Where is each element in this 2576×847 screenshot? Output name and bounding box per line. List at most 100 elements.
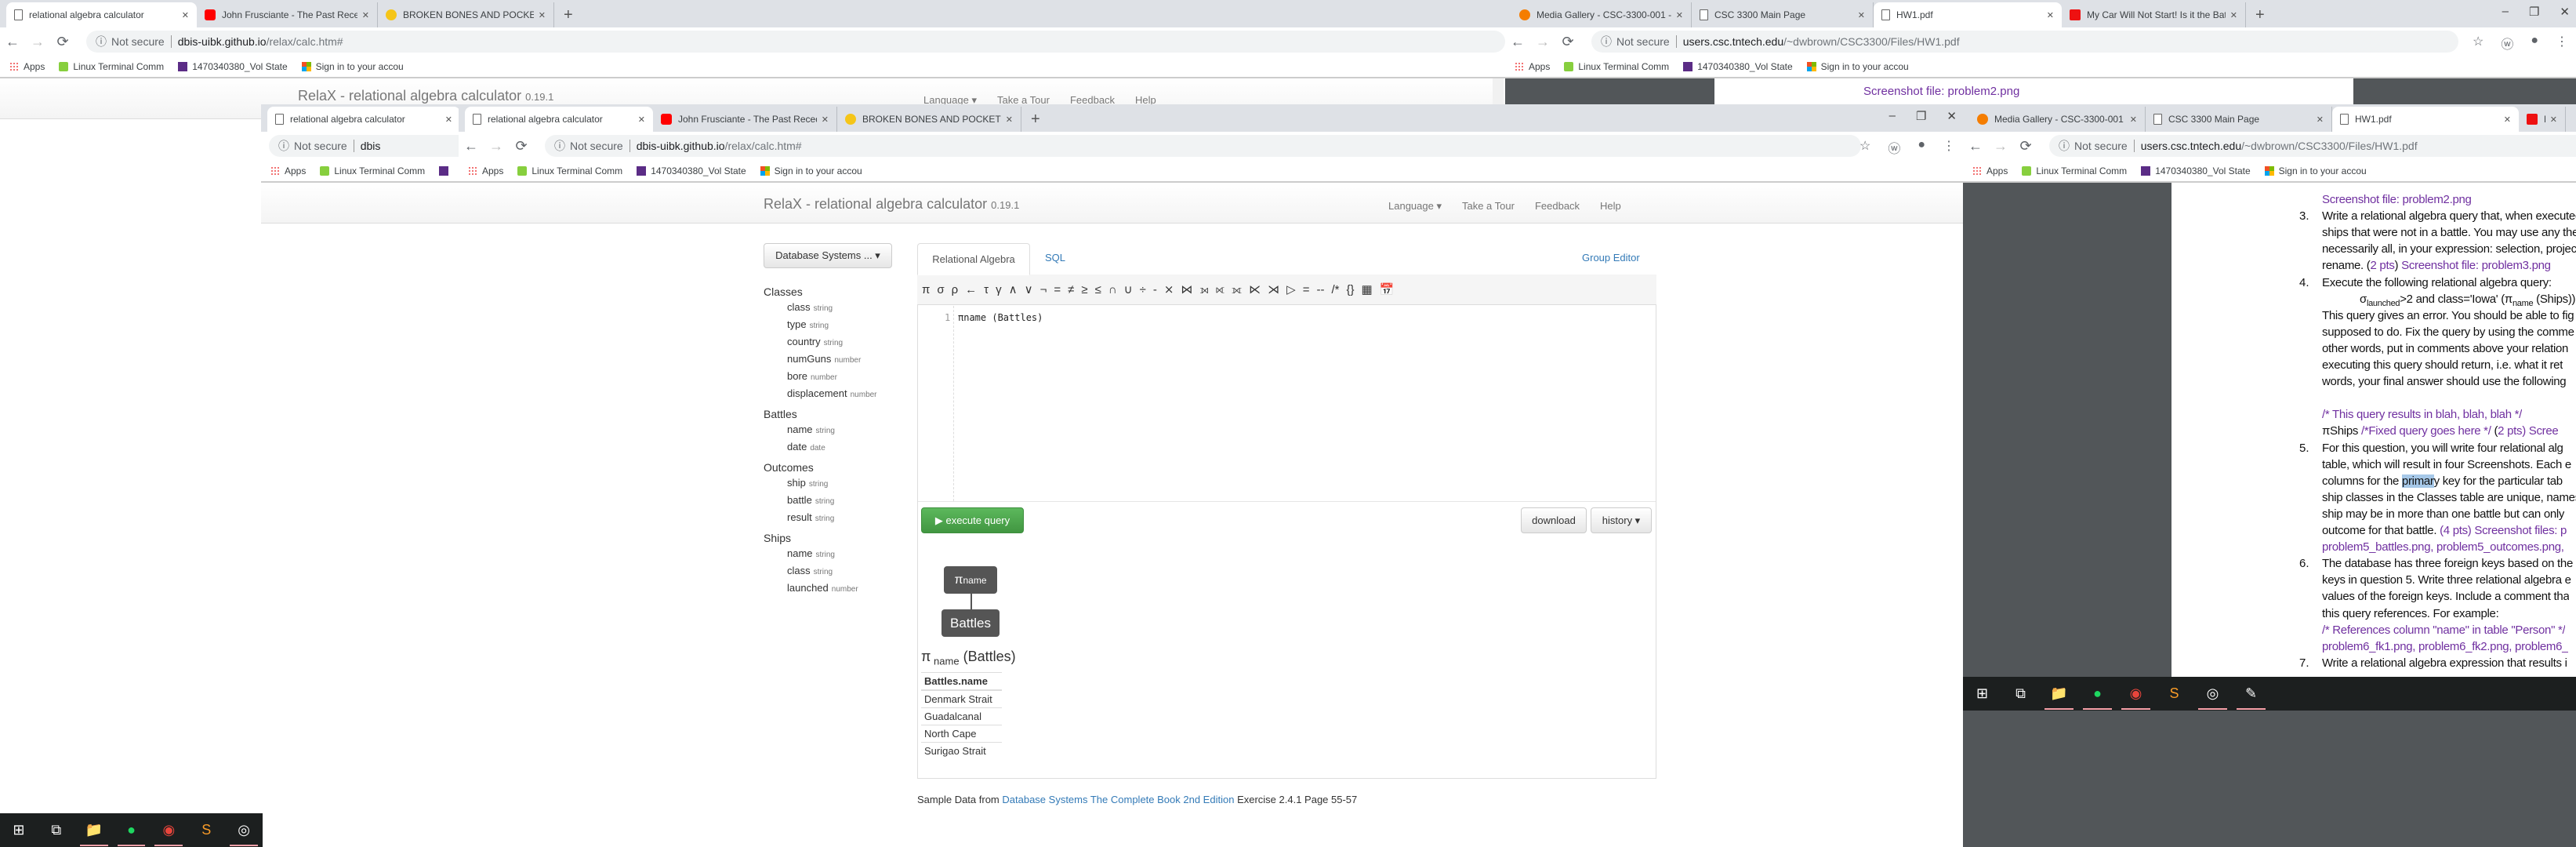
info-icon[interactable]: ⓘ: [1601, 34, 1612, 49]
bookmark-item[interactable]: Linux Terminal Comm: [59, 61, 164, 72]
bookmark-item[interactable]: Sign in to your accou: [2264, 165, 2367, 176]
forward-button[interactable]: →: [1988, 138, 2013, 154]
back-button[interactable]: ←: [459, 138, 484, 154]
schema-column[interactable]: name string: [764, 546, 877, 563]
operator-button[interactable]: -: [1153, 283, 1157, 296]
language-menu[interactable]: Language ▾: [1388, 200, 1442, 213]
forward-button[interactable]: →: [25, 34, 50, 50]
close-tab-icon[interactable]: ✕: [1006, 115, 1013, 125]
feedback-link[interactable]: Feedback: [1535, 200, 1580, 213]
back-button[interactable]: ←: [1505, 34, 1530, 50]
operator-button[interactable]: ∪: [1124, 282, 1133, 296]
operator-button[interactable]: ⋊: [1268, 282, 1279, 296]
operator-button[interactable]: ∧: [1009, 282, 1018, 296]
close-tab-icon[interactable]: ✕: [2130, 115, 2137, 125]
browser-tab[interactable]: My Car Will Not Start! Is it the Battery…: [2062, 2, 2246, 27]
operator-button[interactable]: ∩: [1108, 283, 1117, 296]
chrome-icon[interactable]: ◉: [2117, 677, 2155, 711]
bookmark-item[interactable]: Linux Terminal Comm: [517, 165, 622, 176]
operator-button[interactable]: ⋉: [1249, 282, 1261, 296]
book-link[interactable]: Database Systems The Complete Book 2nd E…: [1002, 794, 1234, 805]
task-view-icon[interactable]: ⧉: [38, 813, 75, 847]
operator-button[interactable]: ⋈: [1181, 282, 1192, 296]
sublime-text-icon[interactable]: S: [187, 813, 225, 847]
operator-button[interactable]: =: [1303, 283, 1310, 296]
schema-table[interactable]: Outcomes: [764, 460, 877, 475]
operator-button[interactable]: ▷: [1286, 282, 1296, 296]
bookmark-item[interactable]: Sign in to your accou: [760, 165, 862, 176]
omnibox[interactable]: ⓘ Not secure users.csc.tntech.edu/~dwbrown…: [2049, 135, 2576, 157]
info-icon[interactable]: ⓘ: [96, 34, 107, 49]
paint-icon[interactable]: ✎: [2232, 677, 2270, 711]
spotify-icon[interactable]: ●: [113, 813, 151, 847]
browser-tab[interactable]: John Frusciante - The Past Recedes ✕: [653, 107, 837, 132]
operator-button[interactable]: ∨: [1025, 282, 1033, 296]
new-tab-button[interactable]: +: [554, 2, 582, 27]
bookmark-item[interactable]: Apps: [468, 165, 503, 176]
operator-button[interactable]: ≥: [1081, 283, 1087, 296]
bookmark-item[interactable]: 1470340380_Vol State: [178, 61, 288, 72]
browser-tab[interactable]: HW1.pdf ✕: [1874, 2, 2062, 27]
close-tab-icon[interactable]: ✕: [445, 115, 452, 125]
schema-column[interactable]: ship string: [764, 475, 877, 493]
file-explorer-icon[interactable]: 📁: [2040, 677, 2078, 711]
omnibox[interactable]: ⓘ Not secure dbis-uibk.github.io/relax/cal…: [545, 135, 1861, 157]
new-tab-button[interactable]: +: [2246, 2, 2274, 27]
dataset-dropdown[interactable]: Database Systems ... ▾: [764, 243, 892, 268]
browser-tab[interactable]: BROKEN BONES AND POCKET CHANGE ✕: [837, 107, 1021, 132]
bookmark-item[interactable]: Linux Terminal Comm: [320, 165, 425, 176]
chrome-icon[interactable]: ◉: [150, 813, 187, 847]
sublime-text-icon[interactable]: S: [2155, 677, 2193, 711]
bookmark-item[interactable]: 1470340380_Vol State: [2141, 165, 2251, 176]
restore-button[interactable]: ❐: [2529, 5, 2539, 19]
bookmark-item[interactable]: Apps: [270, 165, 306, 176]
browser-tab[interactable]: John Frusciante - The Past Recedes ✕: [197, 2, 378, 27]
execute-query-button[interactable]: ▶ execute query: [921, 507, 1024, 533]
operator-button[interactable]: =: [1054, 283, 1061, 296]
code-editor[interactable]: 1 πname (Battles): [918, 306, 1656, 502]
schema-table[interactable]: Ships: [764, 530, 877, 546]
schema-column[interactable]: name string: [764, 422, 877, 439]
browser-tab[interactable]: CSC 3300 Main Page ✕: [1692, 2, 1874, 27]
windows-start-icon[interactable]: ⊞: [1963, 677, 2001, 711]
bookmark-item[interactable]: Linux Terminal Comm: [1564, 61, 1669, 72]
task-view-icon[interactable]: ⧉: [2001, 677, 2040, 711]
menu-icon[interactable]: ⋮: [1943, 138, 1955, 157]
operator-button[interactable]: {}: [1347, 283, 1355, 296]
browser-tab[interactable]: relational algebra calculator ✕: [465, 107, 653, 132]
close-tab-icon[interactable]: ✕: [2047, 10, 2054, 20]
operator-button[interactable]: ρ: [952, 283, 959, 296]
operator-button[interactable]: τ: [984, 283, 989, 296]
history-dropdown[interactable]: history ▾: [1591, 507, 1652, 533]
back-button[interactable]: ←: [0, 34, 25, 50]
forward-button[interactable]: →: [484, 138, 509, 154]
operator-button[interactable]: /*: [1331, 283, 1339, 296]
omnibox[interactable]: ⓘ Not secure dbis: [269, 135, 459, 157]
close-tab-icon[interactable]: ✕: [2504, 115, 2511, 125]
schema-column[interactable]: result string: [764, 510, 877, 527]
close-tab-icon[interactable]: ✕: [2550, 115, 2557, 125]
bookmark-item[interactable]: Sign in to your accou: [301, 61, 404, 72]
schema-column[interactable]: date date: [764, 439, 877, 456]
close-tab-icon[interactable]: ✕: [182, 10, 189, 20]
reload-button[interactable]: ⟳: [2013, 138, 2038, 154]
file-explorer-icon[interactable]: 📁: [75, 813, 113, 847]
operator-button[interactable]: ≤: [1095, 283, 1101, 296]
browser-tab[interactable]: Media Gallery - CSC-3300-001 - Database ✕: [1511, 2, 1692, 27]
bookmark-item[interactable]: Apps: [1972, 165, 2008, 176]
restore-button[interactable]: ❐: [1916, 109, 1926, 123]
close-window-button[interactable]: ✕: [1947, 109, 1957, 123]
profile-icon[interactable]: ●: [2531, 34, 2538, 53]
close-tab-icon[interactable]: ✕: [539, 10, 546, 20]
minimize-button[interactable]: –: [1889, 109, 1896, 123]
omnibox[interactable]: ⓘ Not secure users.csc.tntech.edu/~dwbrown…: [1591, 31, 2458, 53]
close-tab-icon[interactable]: ✕: [2317, 115, 2324, 125]
browser-tab[interactable]: relational algebra calculator ✕: [267, 107, 459, 132]
app-title[interactable]: RelaX - relational algebra calculator 0.…: [764, 196, 1019, 213]
operator-button[interactable]: γ: [996, 283, 1002, 296]
close-tab-icon[interactable]: ✕: [822, 115, 829, 125]
schema-column[interactable]: battle string: [764, 493, 877, 510]
speaker-app-icon[interactable]: ◎: [2193, 677, 2232, 711]
schema-column[interactable]: country string: [764, 334, 877, 351]
operator-button[interactable]: σ: [937, 283, 944, 296]
